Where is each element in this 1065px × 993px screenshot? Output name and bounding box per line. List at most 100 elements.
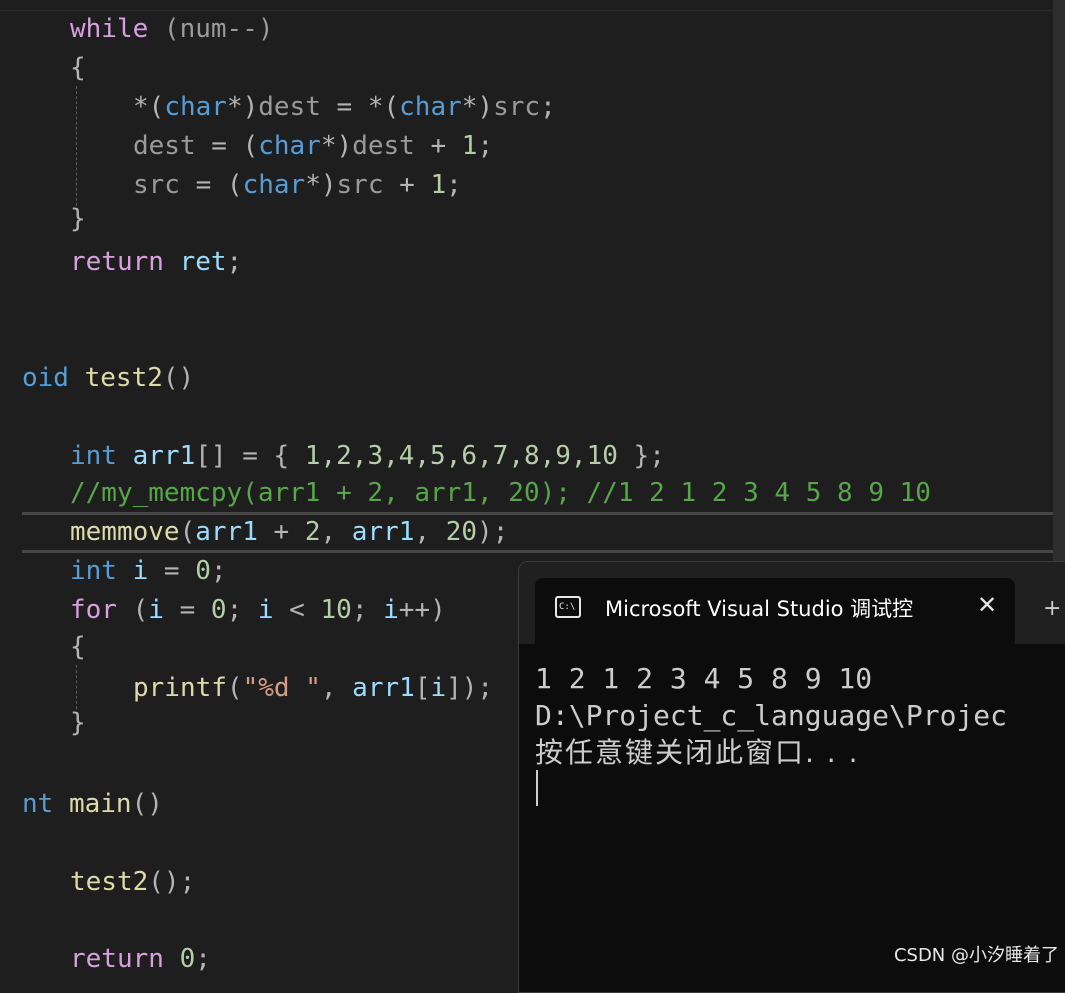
type-char: char <box>258 131 321 161</box>
code-token: (); <box>148 867 196 897</box>
keyword-return: return <box>70 944 164 974</box>
code-token: *) <box>461 92 494 122</box>
type-int: int <box>70 556 117 586</box>
code-token: }; <box>617 441 665 471</box>
variable-i: i <box>383 595 399 625</box>
code-line[interactable]: printf("%d ", arr1[i]); <box>133 669 493 707</box>
code-token: ; <box>210 556 227 586</box>
function-test2: test2 <box>84 363 163 393</box>
code-line[interactable]: test2(); <box>70 863 195 901</box>
code-token: ; <box>195 944 211 974</box>
number-literal: 0 <box>210 595 227 625</box>
code-comment[interactable]: //my_memcpy(arr1 + 2, arr1, 20); //1 2 1… <box>70 474 931 512</box>
code-line[interactable]: } <box>70 704 86 742</box>
code-line[interactable]: nt main() <box>22 785 163 823</box>
terminal-icon: C:\ <box>555 596 581 618</box>
new-tab-button[interactable]: + <box>1043 594 1063 624</box>
param-dest: dest <box>352 131 415 161</box>
code-token: ( <box>226 673 243 703</box>
code-token: = <box>163 595 211 625</box>
code-line[interactable]: { <box>70 49 86 87</box>
param-dest: dest <box>258 92 321 122</box>
type-char: char <box>164 92 227 122</box>
type-int: int <box>70 441 117 471</box>
watermark: CSDN @小汐睡着了 <box>893 945 1059 966</box>
number-literal: 2 <box>304 517 321 547</box>
indent-guide <box>76 86 77 206</box>
variable-arr1: arr1 <box>195 517 258 547</box>
code-token: *) <box>226 92 259 122</box>
code-line[interactable]: for (i = 0; i < 10; i++) <box>70 591 446 629</box>
number-literal: 1 <box>430 170 447 200</box>
variable-arr1: arr1 <box>352 673 415 703</box>
code-token: ; <box>351 595 384 625</box>
code-token: [ <box>414 673 431 703</box>
variable-i: i <box>257 595 274 625</box>
type-char: char <box>242 170 306 200</box>
param-dest: dest <box>133 131 196 161</box>
close-icon[interactable]: ✕ <box>972 590 1002 620</box>
code-token: + <box>257 517 305 547</box>
variable-arr1: arr1 <box>351 517 415 547</box>
variable-ret: ret <box>179 247 227 277</box>
function-printf: printf <box>133 673 227 703</box>
code-token: [] = { <box>195 441 305 471</box>
function-test2: test2 <box>70 867 149 897</box>
type-int: nt <box>22 789 54 819</box>
param-src: src <box>133 170 180 200</box>
code-line[interactable]: return ret; <box>70 243 242 281</box>
code-token: () <box>162 363 195 393</box>
code-line[interactable]: return 0; <box>70 940 211 975</box>
code-token: (num--) <box>148 14 274 44</box>
number-literal: 0 <box>179 944 196 974</box>
code-token: ; <box>226 247 243 277</box>
number-literal: 1 <box>461 131 478 161</box>
variable-i: i <box>430 673 447 703</box>
number-literal: 0 <box>195 556 211 586</box>
code-token: *( <box>133 92 165 122</box>
code-token: + <box>414 131 462 161</box>
variable-i: i <box>148 595 164 625</box>
code-token: + <box>383 170 431 200</box>
code-line[interactable]: dest = (char*)dest + 1; <box>133 127 493 165</box>
code-line[interactable]: while (num--) <box>70 10 274 48</box>
code-line[interactable]: { <box>70 628 86 666</box>
console-output-line: 1 2 1 2 3 4 5 8 9 10 <box>535 662 873 695</box>
console-titlebar[interactable]: C:\ Microsoft Visual Studio 调试控 ✕ + <box>519 562 1065 644</box>
text-cursor <box>536 770 538 806</box>
string-literal: "%d " <box>242 673 321 703</box>
code-token: ); <box>477 517 509 547</box>
code-token: = ( <box>179 170 243 200</box>
code-token: ; <box>446 170 462 200</box>
code-line[interactable]: *(char*)dest = *(char*)src; <box>133 88 556 126</box>
keyword-for: for <box>70 595 117 625</box>
type-char: char <box>399 92 462 122</box>
variable-i: i <box>132 556 149 586</box>
code-token: ( <box>116 595 149 625</box>
keyword-return: return <box>70 247 164 277</box>
code-line[interactable]: src = (char*)src + 1; <box>133 166 462 204</box>
code-token: ; <box>226 595 258 625</box>
keyword-while: while <box>70 14 149 44</box>
code-token: ; <box>477 131 494 161</box>
param-src: src <box>493 92 541 122</box>
code-token: ; <box>540 92 556 122</box>
code-token: ( <box>179 517 196 547</box>
code-line[interactable]: int arr1[] = { 1,2,3,4,5,6,7,8,9,10 }; <box>70 437 665 475</box>
code-token: = ( <box>195 131 259 161</box>
code-token: = <box>148 556 196 586</box>
console-output-line: 按任意键关闭此窗口. . . <box>535 736 860 769</box>
code-line-current[interactable]: memmove(arr1 + 2, arr1, 20); <box>70 513 508 551</box>
code-token: *) <box>305 170 337 200</box>
function-memmove: memmove <box>70 517 180 547</box>
code-token: () <box>131 789 163 819</box>
code-line[interactable]: oid test2() <box>22 359 194 397</box>
debug-console-window[interactable]: C:\ Microsoft Visual Studio 调试控 ✕ + 1 2 … <box>518 561 1065 993</box>
console-tab[interactable]: C:\ Microsoft Visual Studio 调试控 ✕ <box>535 578 1015 644</box>
type-void: oid <box>22 363 69 393</box>
code-line[interactable]: } <box>70 200 86 238</box>
code-line[interactable]: int i = 0; <box>70 552 227 590</box>
code-token: = *( <box>320 92 400 122</box>
indent-guide <box>76 665 77 709</box>
console-output-line: D:\Project_c_language\Projec <box>535 699 1008 732</box>
